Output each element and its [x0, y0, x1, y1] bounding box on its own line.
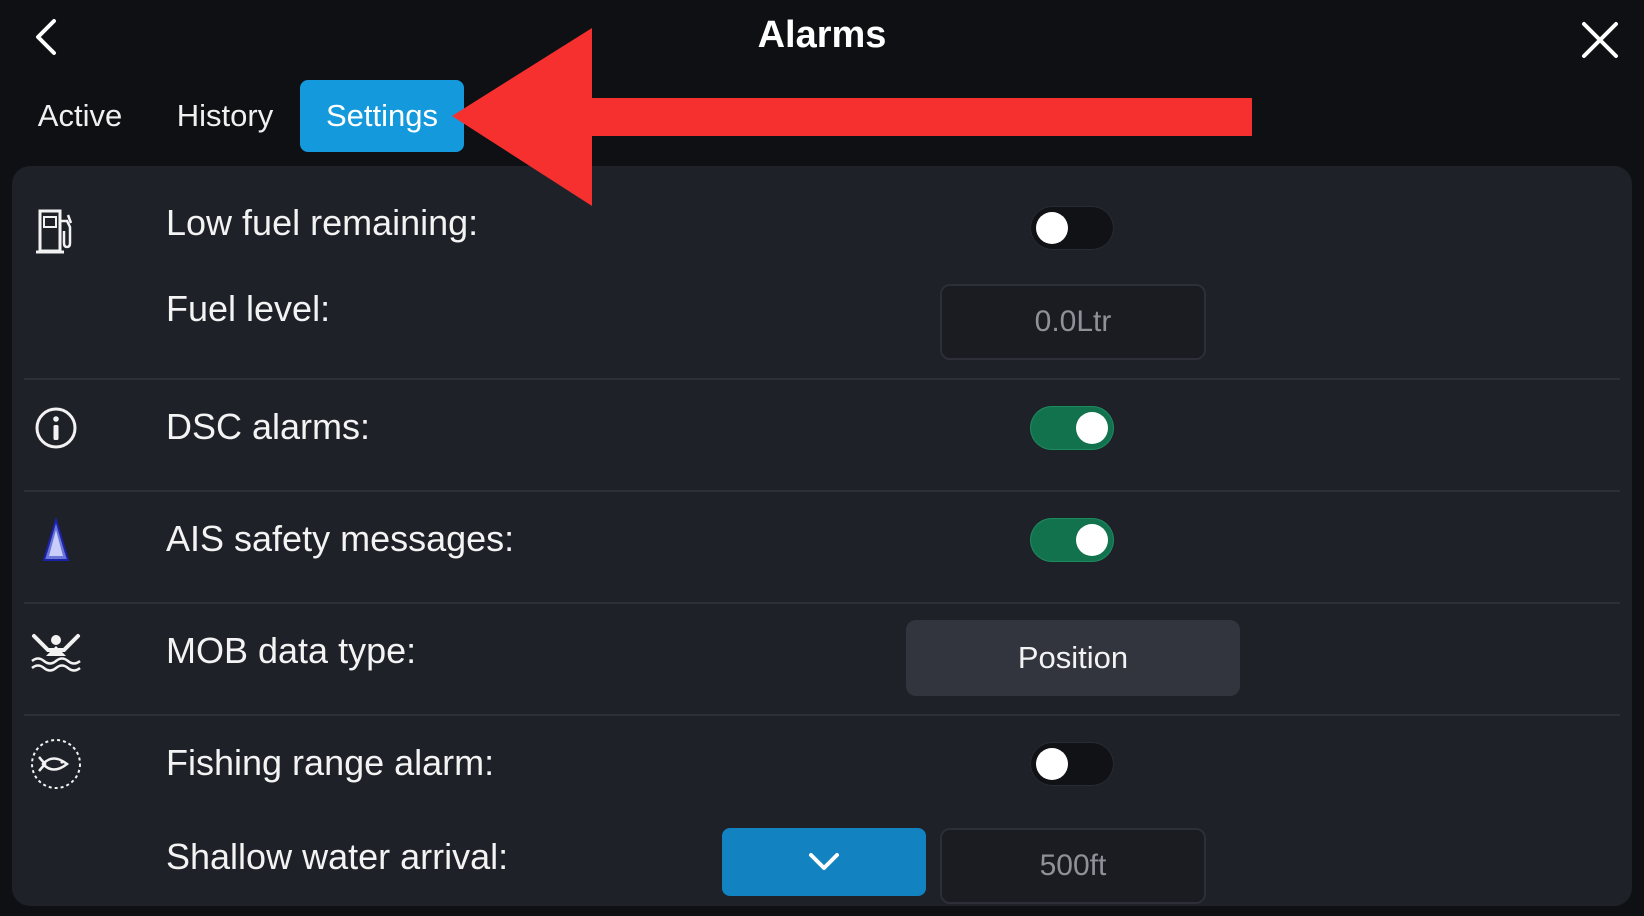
divider: [24, 602, 1620, 604]
fuel-level-label: Fuel level:: [166, 288, 331, 329]
mob-data-type-label: MOB data type:: [166, 630, 417, 671]
fish-icon: [26, 734, 86, 794]
divider: [24, 378, 1620, 380]
page-title: Alarms: [757, 14, 887, 56]
dsc-alarms-toggle[interactable]: [1030, 406, 1114, 450]
tab-active[interactable]: Active: [20, 80, 140, 152]
low-fuel-toggle[interactable]: [1030, 206, 1114, 250]
ais-target-icon: [26, 510, 86, 570]
toggle-knob: [1036, 748, 1068, 780]
man-overboard-icon: [26, 622, 86, 682]
dsc-alarms-label: DSC alarms:: [166, 406, 371, 447]
shallow-water-field[interactable]: 500ft: [940, 828, 1206, 904]
fishing-range-label: Fishing range alarm:: [166, 742, 495, 783]
fuel-level-field[interactable]: 0.0Ltr: [940, 284, 1206, 360]
tab-history[interactable]: History: [160, 80, 290, 152]
close-icon: [1582, 22, 1618, 58]
chevron-down-icon: [809, 853, 839, 870]
divider: [24, 490, 1620, 492]
ais-safety-label: AIS safety messages:: [166, 518, 515, 559]
shallow-water-dropdown-button[interactable]: [722, 828, 926, 896]
ais-safety-toggle[interactable]: [1030, 518, 1114, 562]
top-bar: Alarms: [0, 0, 1644, 80]
close-button[interactable]: [1572, 12, 1628, 68]
mob-data-type-select[interactable]: Position: [906, 620, 1240, 696]
low-fuel-label: Low fuel remaining:: [166, 202, 479, 243]
fishing-range-toggle[interactable]: [1030, 742, 1114, 786]
info-icon: [26, 398, 86, 458]
alarms-screen: Alarms Active History Settings Low fuel …: [0, 0, 1644, 916]
shallow-water-label: Shallow water arrival:: [166, 836, 509, 877]
tab-settings[interactable]: Settings: [300, 80, 464, 152]
settings-panel: Low fuel remaining: Fuel level: 0.0Ltr D…: [12, 166, 1632, 906]
fuel-pump-icon: [26, 200, 86, 260]
toggle-knob: [1076, 412, 1108, 444]
divider: [24, 714, 1620, 716]
toggle-knob: [1076, 524, 1108, 556]
toggle-knob: [1036, 212, 1068, 244]
